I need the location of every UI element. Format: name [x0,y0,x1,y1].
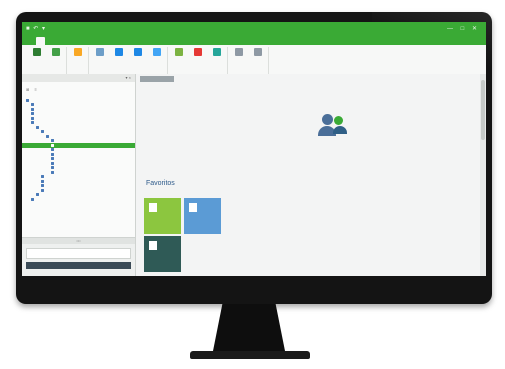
list-icon [149,241,157,250]
ribbon-toolbar [22,45,486,76]
folder-icon [51,139,54,143]
folder-icon [51,152,54,156]
ribbon-tab[interactable] [85,37,94,45]
ribbon-button-icon [114,48,123,56]
ribbon-tab[interactable] [46,37,55,45]
ribbon-group [168,47,228,75]
ribbon-tab[interactable] [115,37,124,45]
tree-toolbar-icons[interactable]: ⊞ ≡ [22,86,135,93]
folder-icon [41,175,44,179]
ribbon-button[interactable] [91,47,108,67]
logo-person-head-2 [334,116,343,125]
ribbon-button-icon [193,48,202,56]
folder-icon [36,125,39,129]
ribbon-group [67,47,89,75]
splitter-grip[interactable]: ••• [22,238,135,244]
tree-node[interactable] [22,197,135,202]
folder-icon [36,193,39,197]
ribbon-button[interactable] [47,47,64,67]
ribbon-tab[interactable] [35,37,45,45]
folder-icon [31,112,34,116]
folder-icon [46,134,49,138]
vertical-scrollbar[interactable] [480,74,486,276]
ribbon-button[interactable] [189,47,206,67]
tree-view [22,98,135,202]
ribbon-button-icon [51,48,60,56]
folder-icon [51,157,54,161]
folder-icon [41,179,44,183]
ribbon-tab[interactable] [26,37,35,45]
brand-logo [316,114,352,144]
ribbon-tab[interactable] [95,37,104,45]
folder-icon [31,121,34,125]
folder-icon [31,116,34,120]
ribbon-button-icon [212,48,221,56]
ribbon-group [26,47,67,75]
window-controls[interactable]: — □ ✕ [447,25,480,32]
folder-icon [51,161,54,165]
folder-icon [26,98,29,102]
ribbon-button[interactable] [129,47,146,67]
ribbon-button[interactable] [249,47,266,67]
main-content: Favoritos [136,74,480,276]
nav-button-configuration[interactable] [26,248,131,259]
folder-icon [31,103,34,107]
panel-header: ▾ × [22,74,135,82]
folder-icon [51,148,54,152]
ribbon-button[interactable] [28,47,45,67]
ribbon-button-icon [174,48,183,56]
favorites-title: Favoritos [146,180,175,187]
ribbon-button[interactable] [208,47,225,67]
monitor-stand-base [190,351,310,359]
folder-icon [51,143,54,147]
folder-icon [41,188,44,192]
ribbon-button[interactable] [110,47,127,67]
title-bar: ■ ↶ ▾ — □ ✕ [22,22,486,36]
logo-person-head [322,114,333,125]
ribbon-button-icon [133,48,142,56]
ribbon-button-icon [95,48,104,56]
folder-icon [51,170,54,174]
ribbon-button[interactable] [69,47,86,67]
ribbon-tab[interactable] [56,37,65,45]
quick-access-toolbar[interactable]: ■ ↶ ▾ [26,25,46,32]
ribbon-button-icon [234,48,243,56]
favorite-tile-2[interactable] [184,198,221,234]
ribbon-button-icon [32,48,41,56]
folder-icon [31,107,34,111]
favorite-tile-3[interactable] [144,236,181,272]
panel-pin-close-icons[interactable]: ▾ × [126,74,131,82]
ribbon-button-icon [253,48,262,56]
folder-icon [41,130,44,134]
ribbon-tabs [22,36,486,45]
ribbon-group [228,47,269,75]
logo-person-body-2 [333,126,347,134]
ribbon-group [89,47,168,75]
folder-icon [51,166,54,170]
ribbon-tab[interactable] [75,37,84,45]
ribbon-button-icon [73,48,82,56]
document-icon [149,203,157,212]
ribbon-button-icon [152,48,161,56]
folder-icon [31,197,34,201]
ribbon-button[interactable] [148,47,165,67]
app-screen: ■ ↶ ▾ — □ ✕ ▾ × ⊞ ≡ ••• Favoritos [22,22,486,276]
ribbon-button[interactable] [230,47,247,67]
document-tab[interactable] [140,76,174,82]
ribbon-button[interactable] [170,47,187,67]
ribbon-tab[interactable] [66,37,75,45]
scrollbar-thumb[interactable] [481,80,485,140]
navigation-tree-panel: ▾ × ⊞ ≡ ••• [22,74,136,276]
ribbon-tab[interactable] [105,37,114,45]
calendar-icon [189,203,197,212]
folder-icon [41,184,44,188]
monitor-stand-neck [212,304,286,356]
navigation-footer: ••• [22,237,135,276]
nav-button-secondary[interactable] [26,262,131,269]
favorite-tile-1[interactable] [144,198,181,234]
